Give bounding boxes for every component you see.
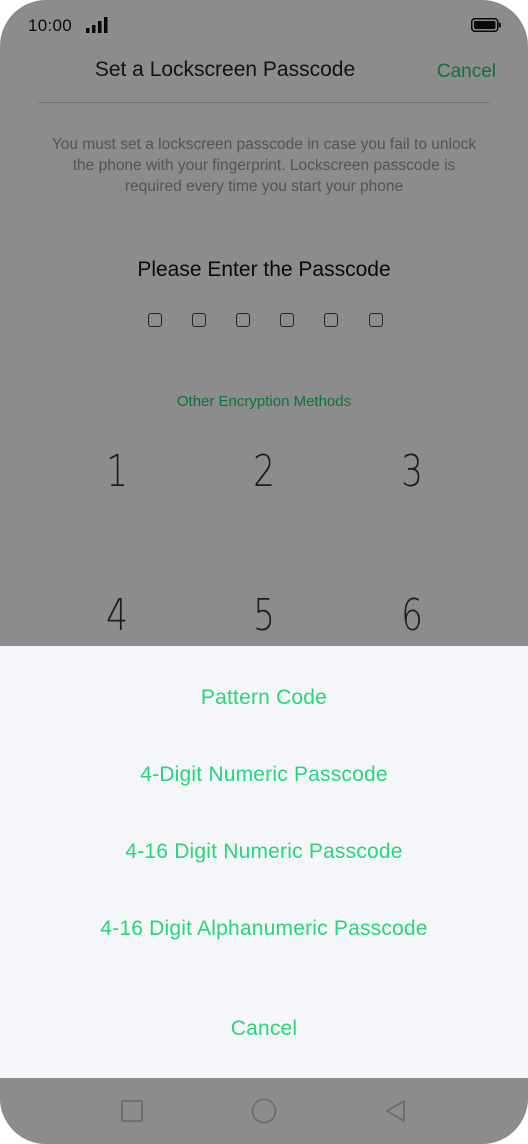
recents-square-icon[interactable] (119, 1098, 145, 1124)
phone-frame: 10:00 Set a Lockscreen Passcode Cancel Y… (0, 0, 528, 1144)
sheet-cancel-button[interactable]: Cancel (0, 1017, 528, 1041)
option-pattern-code[interactable]: Pattern Code (0, 686, 528, 710)
navigation-bar (0, 1078, 528, 1144)
option-4-16-digit-alphanumeric[interactable]: 4-16 Digit Alphanumeric Passcode (0, 917, 528, 941)
back-triangle-icon[interactable] (383, 1098, 409, 1124)
home-circle-icon[interactable] (251, 1098, 277, 1124)
option-4-16-digit-numeric[interactable]: 4-16 Digit Numeric Passcode (0, 840, 528, 864)
encryption-methods-sheet: Pattern Code 4-Digit Numeric Passcode 4-… (0, 646, 528, 1078)
option-4-digit-numeric[interactable]: 4-Digit Numeric Passcode (0, 763, 528, 787)
